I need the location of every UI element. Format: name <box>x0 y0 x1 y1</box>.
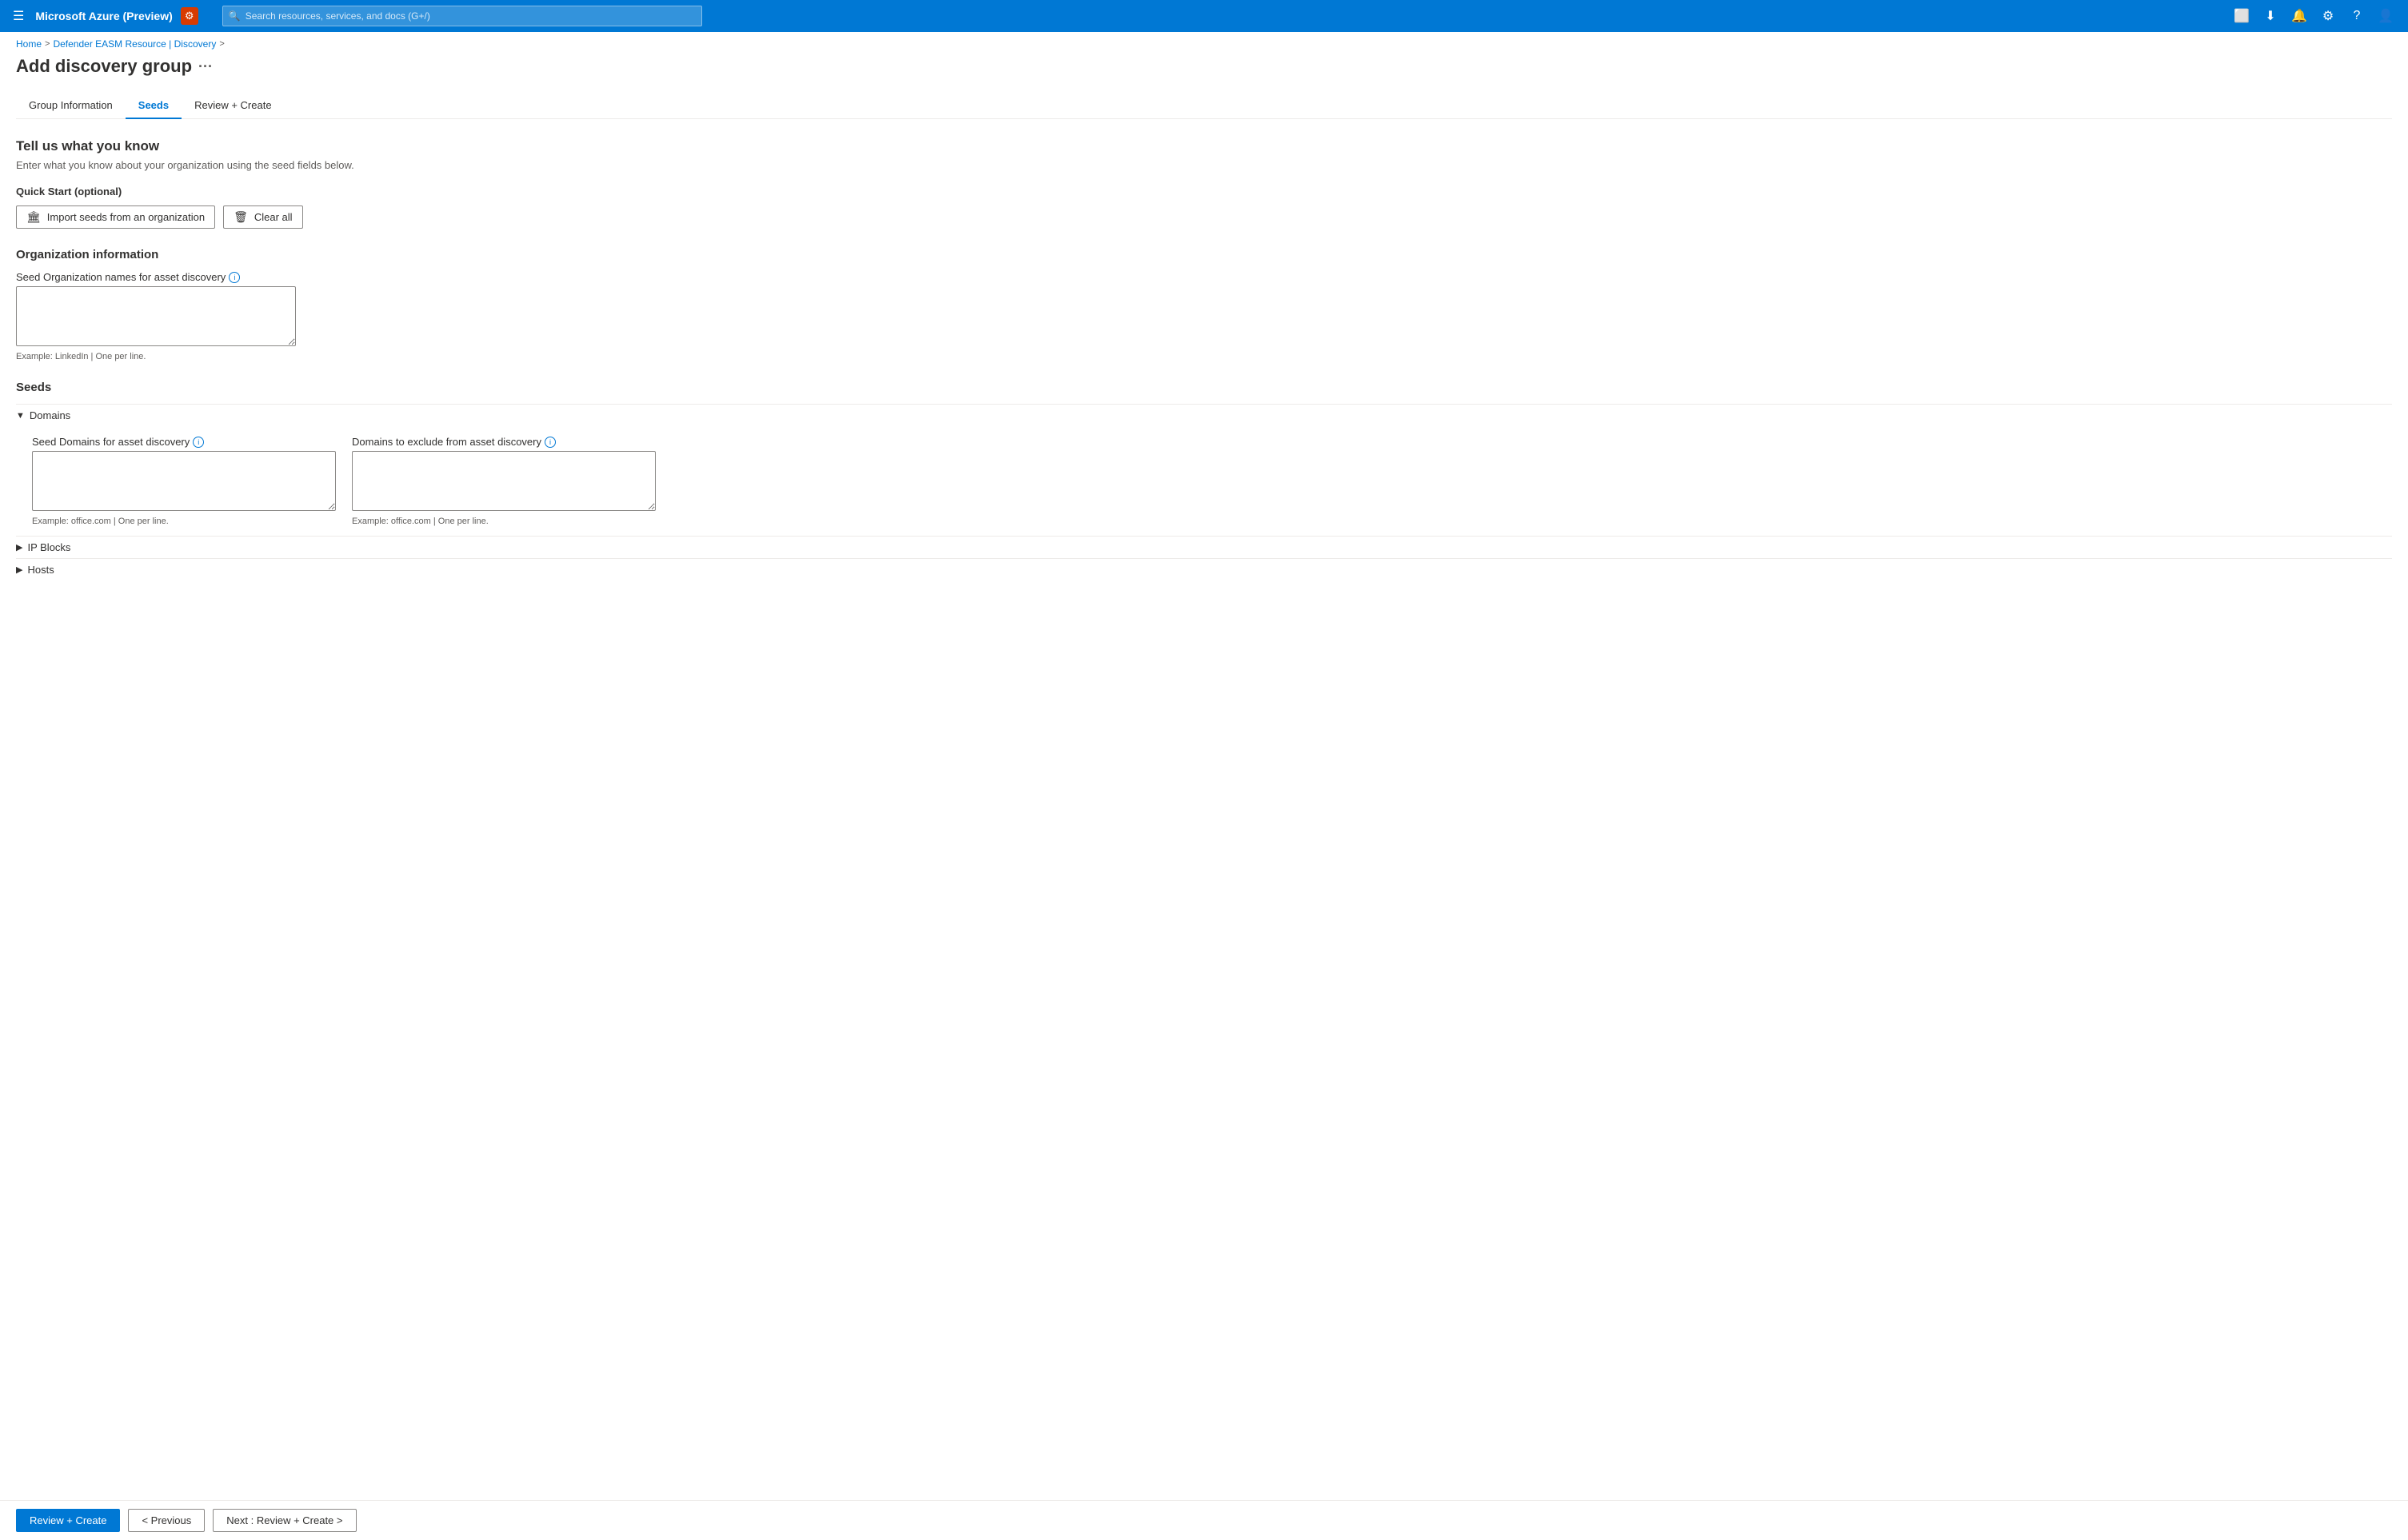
bottom-bar: Review + Create < Previous Next : Review… <box>0 1500 2408 1540</box>
domains-grid: Seed Domains for asset discovery i Examp… <box>32 436 2392 526</box>
page-title-container: Add discovery group ··· <box>16 56 2392 77</box>
section-description: Enter what you know about your organizat… <box>16 159 2392 171</box>
tab-seeds[interactable]: Seeds <box>126 93 182 119</box>
exclude-domains-label: Domains to exclude from asset discovery … <box>352 436 656 448</box>
org-names-hint: Example: LinkedIn | One per line. <box>16 352 2392 361</box>
import-seeds-label: Import seeds from an organization <box>47 211 205 223</box>
search-bar: 🔍 <box>222 6 702 26</box>
seed-domains-info-icon[interactable]: i <box>193 437 204 448</box>
org-info-title: Organization information <box>16 248 2392 261</box>
ip-blocks-collapsible: ▶ IP Blocks <box>16 536 2392 558</box>
tab-review-create[interactable]: Review + Create <box>182 93 284 119</box>
quick-start-buttons: 🏛 Import seeds from an organization 🗑 Cl… <box>16 205 2392 229</box>
ip-blocks-header[interactable]: ▶ IP Blocks <box>16 537 2392 558</box>
tab-group-information[interactable]: Group Information <box>16 93 126 119</box>
domains-collapsible: ▼ Domains Seed Domains for asset discove… <box>16 404 2392 536</box>
org-names-info-icon[interactable]: i <box>229 272 240 283</box>
page-content: Add discovery group ··· Group Informatio… <box>0 56 2408 657</box>
trash-icon: 🗑 <box>234 210 248 224</box>
hosts-header[interactable]: ▶ Hosts <box>16 559 2392 580</box>
section-heading: Tell us what you know <box>16 138 2392 154</box>
seed-domains-label: Seed Domains for asset discovery i <box>32 436 336 448</box>
tab-bar: Group Information Seeds Review + Create <box>16 93 2392 119</box>
search-icon: 🔍 <box>229 10 241 22</box>
ip-blocks-chevron-right: ▶ <box>16 542 22 553</box>
breadcrumb-sep2: > <box>219 39 224 49</box>
seed-domains-textarea[interactable] <box>32 451 336 511</box>
review-create-button[interactable]: Review + Create <box>16 1509 120 1532</box>
notifications-icon[interactable]: 🔔 <box>2286 3 2312 29</box>
import-icon: 🏛 <box>26 210 41 224</box>
search-input[interactable] <box>222 6 702 26</box>
domains-chevron-down: ▼ <box>16 411 25 421</box>
account-icon[interactable]: 👤 <box>2373 3 2398 29</box>
previous-button[interactable]: < Previous <box>128 1509 205 1532</box>
top-navigation: ☰ Microsoft Azure (Preview) ⚙ 🔍 ⬜ ⬇ 🔔 ⚙ … <box>0 0 2408 32</box>
domains-header[interactable]: ▼ Domains <box>16 405 2392 426</box>
import-seeds-button[interactable]: 🏛 Import seeds from an organization <box>16 205 215 229</box>
domains-content: Seed Domains for asset discovery i Examp… <box>16 426 2392 536</box>
breadcrumb: Home > Defender EASM Resource | Discover… <box>0 32 2408 56</box>
page-title: Add discovery group <box>16 56 192 77</box>
app-logo: ⚙ <box>181 7 198 25</box>
clear-all-button[interactable]: 🗑 Clear all <box>223 205 302 229</box>
seed-domains-hint: Example: office.com | One per line. <box>32 517 336 526</box>
page-title-more[interactable]: ··· <box>198 58 213 75</box>
nav-icon-group: ⬜ ⬇ 🔔 ⚙ ? 👤 <box>2229 3 2398 29</box>
clear-all-label: Clear all <box>254 211 293 223</box>
ip-blocks-label: IP Blocks <box>27 541 70 553</box>
breadcrumb-home[interactable]: Home <box>16 38 42 50</box>
exclude-domains-field: Domains to exclude from asset discovery … <box>352 436 656 526</box>
breadcrumb-defender[interactable]: Defender EASM Resource | Discovery <box>53 38 216 50</box>
org-info-section: Organization information Seed Organizati… <box>16 248 2392 361</box>
help-icon[interactable]: ? <box>2344 3 2370 29</box>
exclude-domains-textarea[interactable] <box>352 451 656 511</box>
domains-label: Domains <box>30 409 70 421</box>
next-button[interactable]: Next : Review + Create > <box>213 1509 356 1532</box>
app-title: Microsoft Azure (Preview) <box>35 10 172 22</box>
feedback-icon[interactable]: ⬇ <box>2258 3 2283 29</box>
hosts-collapsible: ▶ Hosts <box>16 558 2392 580</box>
org-names-textarea[interactable] <box>16 286 296 346</box>
quick-start-label: Quick Start (optional) <box>16 186 2392 197</box>
hosts-chevron-right: ▶ <box>16 565 22 575</box>
seeds-title: Seeds <box>16 381 2392 394</box>
org-names-field-label: Seed Organization names for asset discov… <box>16 271 2392 283</box>
breadcrumb-sep1: > <box>45 39 50 49</box>
cloud-shell-icon[interactable]: ⬜ <box>2229 3 2254 29</box>
exclude-domains-hint: Example: office.com | One per line. <box>352 517 656 526</box>
exclude-domains-info-icon[interactable]: i <box>545 437 556 448</box>
settings-icon[interactable]: ⚙ <box>2315 3 2341 29</box>
hamburger-menu[interactable]: ☰ <box>10 5 27 27</box>
seeds-section: Seeds ▼ Domains Seed Domains for asset d… <box>16 381 2392 580</box>
hosts-label: Hosts <box>27 564 54 576</box>
seed-domains-field: Seed Domains for asset discovery i Examp… <box>32 436 336 526</box>
